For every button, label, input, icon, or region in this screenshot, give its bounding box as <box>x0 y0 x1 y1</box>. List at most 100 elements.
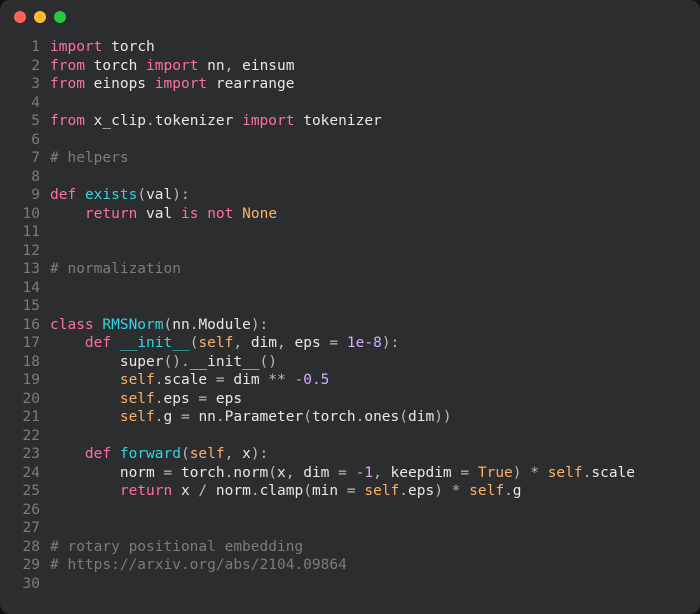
token-kw: import <box>155 76 207 92</box>
token-pun: = - <box>329 465 364 481</box>
line-number: 14 <box>6 279 50 298</box>
token-id: eps <box>164 391 190 407</box>
token-pun: = <box>207 372 233 388</box>
token-id: dim <box>233 372 259 388</box>
token-id: einops <box>94 76 146 92</box>
zoom-icon[interactable] <box>54 11 66 23</box>
token-pun: ( <box>268 465 277 481</box>
token-id: Module <box>198 317 250 333</box>
code-line: 13# normalization <box>6 260 700 279</box>
token-pun <box>111 446 120 462</box>
code-line: 19 self.scale = dim ** -0.5 <box>6 371 700 390</box>
token-pun: ( <box>181 446 190 462</box>
token-id: x <box>242 446 251 462</box>
token-pun <box>137 58 146 74</box>
token-pun: , <box>225 58 242 74</box>
line-number: 21 <box>6 408 50 427</box>
code-line: 7# helpers <box>6 149 700 168</box>
token-pun: ): <box>172 187 189 203</box>
line-content <box>50 168 700 187</box>
line-content: def exists(val): <box>50 186 700 205</box>
line-number: 17 <box>6 334 50 353</box>
token-pun: = <box>190 391 216 407</box>
token-pun: , <box>373 465 390 481</box>
token-id: x_clip <box>94 113 146 129</box>
code-line: 24 norm = torch.norm(x, dim = -1, keepdi… <box>6 464 700 483</box>
token-pun <box>76 187 85 203</box>
code-line: 18 super().__init__() <box>6 353 700 372</box>
token-fn: exists <box>85 187 137 203</box>
line-number: 15 <box>6 297 50 316</box>
token-cmt: # rotary positional embedding <box>50 539 303 555</box>
token-pun: . <box>146 113 155 129</box>
token-id: torch <box>181 465 225 481</box>
token-pun <box>50 206 85 222</box>
line-number: 27 <box>6 519 50 538</box>
token-pun: = <box>321 335 347 351</box>
code-line: 10 return val is not None <box>6 205 700 224</box>
line-content: class RMSNorm(nn.Module): <box>50 316 700 335</box>
line-number: 25 <box>6 482 50 501</box>
token-pun <box>50 465 120 481</box>
code-line: 11 <box>6 223 700 242</box>
token-num: 1e-8 <box>347 335 382 351</box>
line-content <box>50 242 700 261</box>
code-line: 22 <box>6 427 700 446</box>
token-arg: self <box>120 391 155 407</box>
code-line: 28# rotary positional embedding <box>6 538 700 557</box>
token-id: norm <box>120 465 155 481</box>
token-kw: def <box>85 446 111 462</box>
token-pun: ( <box>399 409 408 425</box>
token-kw: return <box>85 206 137 222</box>
minimize-icon[interactable] <box>34 11 46 23</box>
token-id: g <box>164 409 173 425</box>
line-content: super().__init__() <box>50 353 700 372</box>
token-id: val <box>146 206 172 222</box>
line-content: def __init__(self, dim, eps = 1e-8): <box>50 334 700 353</box>
token-bool: None <box>242 206 277 222</box>
token-id: ones <box>364 409 399 425</box>
token-id: dim <box>408 409 434 425</box>
line-number: 18 <box>6 353 50 372</box>
line-number: 13 <box>6 260 50 279</box>
token-pun <box>146 76 155 92</box>
token-bool: True <box>478 465 513 481</box>
token-arg: self <box>364 483 399 499</box>
token-pun <box>207 76 216 92</box>
line-number: 16 <box>6 316 50 335</box>
token-pun <box>198 206 207 222</box>
token-arg: self <box>198 335 233 351</box>
token-kw: import <box>242 113 294 129</box>
code-line: 27 <box>6 519 700 538</box>
line-content: import torch <box>50 38 700 57</box>
line-number: 4 <box>6 94 50 113</box>
line-number: 23 <box>6 445 50 464</box>
token-id: eps <box>408 483 434 499</box>
code-line: 26 <box>6 501 700 520</box>
token-pun <box>233 206 242 222</box>
code-line: 8 <box>6 168 700 187</box>
token-id: einsum <box>242 58 294 74</box>
token-id: rearrange <box>216 76 295 92</box>
close-icon[interactable] <box>14 11 26 23</box>
line-number: 22 <box>6 427 50 446</box>
token-arg: self <box>469 483 504 499</box>
token-pun: , <box>286 465 303 481</box>
line-content: def forward(self, x): <box>50 445 700 464</box>
line-content: return val is not None <box>50 205 700 224</box>
token-arg: self <box>190 446 225 462</box>
token-pun: ) * <box>434 483 469 499</box>
token-id: super <box>120 354 164 370</box>
token-pun <box>50 335 85 351</box>
line-number: 12 <box>6 242 50 261</box>
token-pun <box>198 58 207 74</box>
token-pun: ( <box>303 409 312 425</box>
token-id: min <box>312 483 338 499</box>
token-id: clamp <box>260 483 304 499</box>
token-pun <box>172 483 181 499</box>
token-id: x <box>181 483 190 499</box>
line-content <box>50 519 700 538</box>
token-pun: ( <box>303 483 312 499</box>
line-number: 5 <box>6 112 50 131</box>
code-line: 25 return x / norm.clamp(min = self.eps)… <box>6 482 700 501</box>
